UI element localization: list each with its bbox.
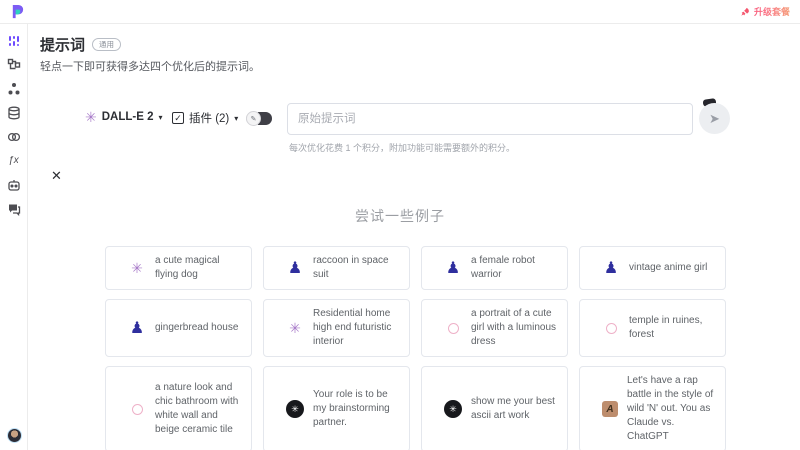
page-title: 提示词: [40, 34, 85, 55]
example-card[interactable]: show me your best ascii art work: [421, 366, 568, 450]
promptperfect-logo-icon[interactable]: [10, 4, 25, 19]
flow-icon[interactable]: [6, 57, 21, 72]
model-icon: [128, 259, 146, 277]
example-text: a cute magical flying dog: [155, 254, 243, 282]
model-icon: [444, 400, 462, 418]
top-bar: 升级套餐: [0, 0, 800, 24]
example-text: Let's have a rap battle in the style of …: [627, 374, 717, 444]
example-card[interactable]: a nature look and chic bathroom with whi…: [105, 366, 252, 450]
example-card[interactable]: raccoon in space suit: [263, 246, 410, 290]
chat-icon[interactable]: [6, 201, 21, 216]
knot-icon[interactable]: [6, 129, 21, 144]
model-icon: [444, 259, 462, 277]
credit-note: 每次优化花费 1 个积分，附加功能可能需要额外的积分。: [289, 141, 515, 154]
example-card[interactable]: Residential home high end futuristic int…: [263, 299, 410, 357]
example-text: a portrait of a cute girl with a luminou…: [471, 307, 559, 349]
example-text: a nature look and chic bathroom with whi…: [155, 381, 243, 437]
model-icon: [286, 400, 304, 418]
model-icon: [602, 319, 620, 337]
examples-grid: a cute magical flying dog raccoon in spa…: [105, 246, 727, 450]
example-card[interactable]: temple in ruines, forest: [579, 299, 726, 357]
example-text: a female robot warrior: [471, 254, 559, 282]
send-icon: ➤: [709, 112, 720, 125]
example-card[interactable]: a portrait of a cute girl with a luminou…: [421, 299, 568, 357]
model-select[interactable]: ✳ DALL-E 2 ▾: [85, 110, 163, 124]
page-subtitle: 轻点一下即可获得多达四个优化后的提示词。: [40, 58, 260, 74]
function-icon[interactable]: ƒx: [6, 153, 21, 168]
upgrade-label: 升级套餐: [754, 5, 790, 18]
example-text: temple in ruines, forest: [629, 314, 717, 342]
toggle-track[interactable]: ✎: [246, 112, 272, 125]
example-text: Your role is to be my brainstorming part…: [313, 388, 401, 430]
example-card[interactable]: a female robot warrior: [421, 246, 568, 290]
auto-optimize-toggle[interactable]: ✎: [246, 112, 272, 125]
model-icon: [602, 259, 620, 277]
title-badge: 通用: [92, 38, 121, 51]
app-window: 升级套餐: [0, 0, 800, 450]
database-icon[interactable]: [6, 105, 21, 120]
model-select-label: DALL-E 2: [102, 111, 154, 123]
plugins-label: 插件 (2): [189, 110, 229, 126]
example-card[interactable]: Let's have a rap battle in the style of …: [579, 366, 726, 450]
example-text: Residential home high end futuristic int…: [313, 307, 401, 349]
model-icon: [602, 401, 618, 417]
toggle-thumb[interactable]: ✎: [246, 111, 261, 126]
examples-title: 尝试一些例子: [28, 206, 772, 226]
prompts-icon[interactable]: [6, 33, 21, 48]
page-header: 提示词 通用: [40, 34, 121, 55]
model-icon: [286, 259, 304, 277]
openai-icon: ✳: [85, 110, 97, 124]
example-card[interactable]: vintage anime girl: [579, 246, 726, 290]
chevron-down-icon: ▾: [234, 114, 238, 123]
model-icon: [128, 319, 146, 337]
tree-icon[interactable]: [6, 81, 21, 96]
example-card[interactable]: a cute magical flying dog: [105, 246, 252, 290]
example-text: vintage anime girl: [629, 261, 707, 275]
send-button[interactable]: ➤: [699, 103, 730, 134]
robot-icon[interactable]: [6, 177, 21, 192]
rocket-icon: [740, 7, 750, 17]
prompt-input[interactable]: [287, 103, 693, 135]
example-text: show me your best ascii art work: [471, 395, 559, 423]
example-text: gingerbread house: [155, 321, 238, 335]
example-text: raccoon in space suit: [313, 254, 401, 282]
model-icon: [128, 400, 146, 418]
user-avatar[interactable]: [7, 428, 22, 443]
chevron-down-icon: ▾: [158, 113, 162, 122]
close-icon[interactable]: ✕: [51, 169, 62, 182]
plugins-select[interactable]: ✓ 插件 (2) ▾: [172, 110, 238, 126]
example-card[interactable]: Your role is to be my brainstorming part…: [263, 366, 410, 450]
model-icon: [286, 319, 304, 337]
plugins-checkbox[interactable]: ✓: [172, 112, 184, 124]
model-icon: [444, 319, 462, 337]
example-card[interactable]: gingerbread house: [105, 299, 252, 357]
upgrade-button[interactable]: 升级套餐: [740, 5, 790, 18]
sidebar: ƒx: [0, 24, 28, 450]
